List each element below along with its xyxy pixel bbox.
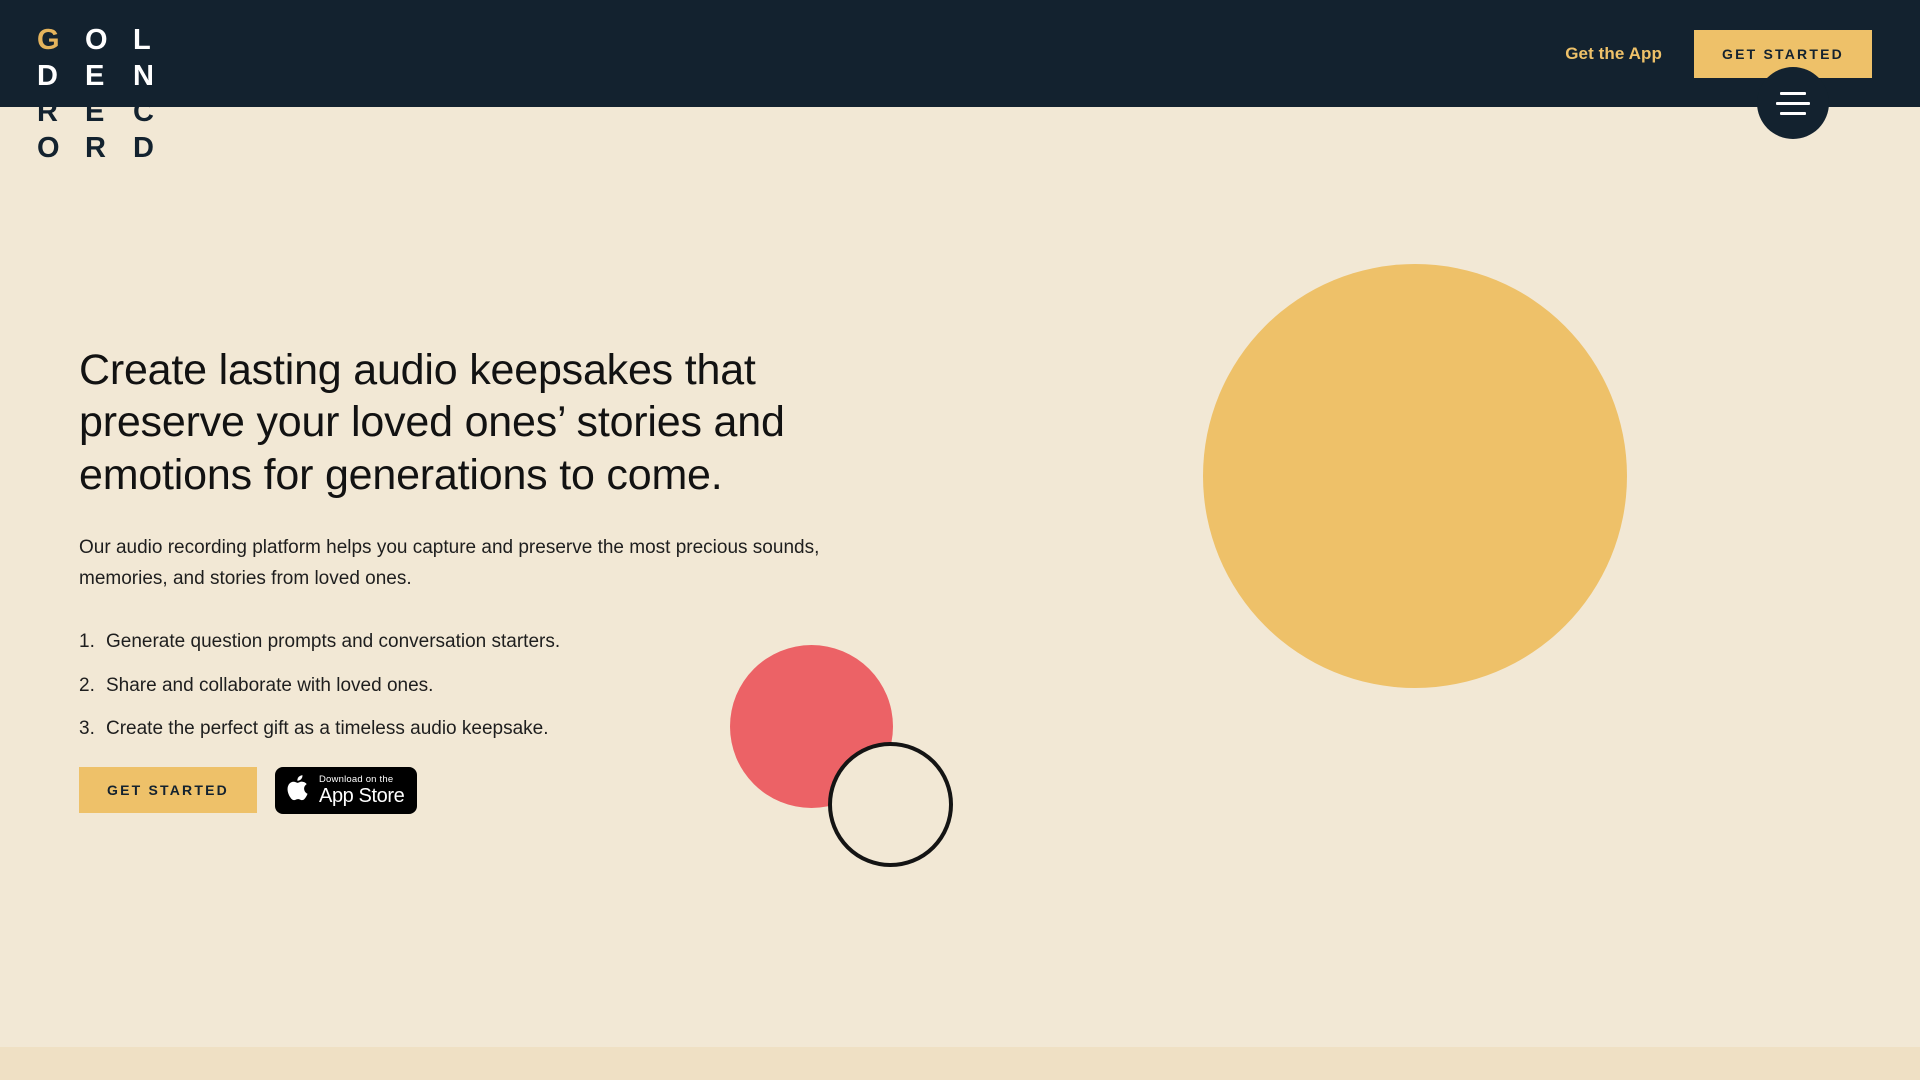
hero-headline: Create lasting audio keepsakes that pres… [79, 346, 785, 499]
logo-letter: E [85, 59, 105, 92]
app-store-small-label: Download on the [319, 773, 394, 785]
gold-circle-decoration [1203, 264, 1627, 688]
hamburger-menu-button[interactable] [1757, 67, 1829, 139]
bottom-band [0, 1047, 1920, 1080]
hero-subheading: Our audio recording platform helps you c… [79, 537, 820, 589]
hero-actions: GET STARTED Download on the App Store [79, 766, 899, 814]
list-item-label: Generate question prompts and conversati… [106, 631, 561, 653]
logo-letter: C [133, 95, 154, 128]
hero-section: Create lasting audio keepsakes that pres… [79, 344, 899, 814]
site-header: Get the App GET STARTED [0, 0, 1920, 107]
app-store-badge-button[interactable]: Download on the App Store [275, 766, 417, 814]
list-item-number: 1. [79, 631, 95, 653]
logo-letter: D [133, 131, 154, 164]
logo-letter: D [37, 59, 58, 92]
list-item: 3. Create the perfect gift as a timeless… [79, 715, 899, 743]
logo-letter: E [85, 95, 105, 128]
list-item-label: Create the perfect gift as a timeless au… [106, 718, 549, 740]
hamburger-icon-bar-top [1780, 91, 1806, 95]
logo-letter: G [37, 23, 60, 56]
list-item: 1. Generate question prompts and convers… [79, 628, 899, 656]
brand-logo[interactable]: G O L D E N R E C O R D [37, 22, 181, 166]
hero-steps-list: 1. Generate question prompts and convers… [79, 628, 899, 743]
hero-get-started-button[interactable]: GET STARTED [79, 767, 257, 814]
logo-letter: R [85, 131, 106, 164]
get-the-app-link[interactable]: Get the App [1565, 44, 1662, 64]
list-item-number: 2. [79, 674, 95, 696]
logo-letter: O [85, 23, 108, 56]
apple-logo-icon [286, 773, 311, 808]
logo-letter: N [133, 59, 154, 92]
app-store-badge-text: Download on the App Store [319, 773, 405, 808]
app-store-big-label: App Store [319, 785, 405, 808]
list-item-label: Share and collaborate with loved ones. [106, 674, 434, 696]
list-item: 2. Share and collaborate with loved ones… [79, 672, 899, 700]
logo-letter: R [37, 95, 58, 128]
landing-page: Get the App GET STARTED G O L D E N R E … [0, 0, 1920, 1080]
logo-letter: O [37, 131, 60, 164]
hamburger-icon-bar-middle [1776, 101, 1810, 105]
hamburger-icon-bar-bottom [1780, 111, 1806, 115]
list-item-number: 3. [79, 718, 95, 740]
logo-letter: L [133, 23, 151, 56]
